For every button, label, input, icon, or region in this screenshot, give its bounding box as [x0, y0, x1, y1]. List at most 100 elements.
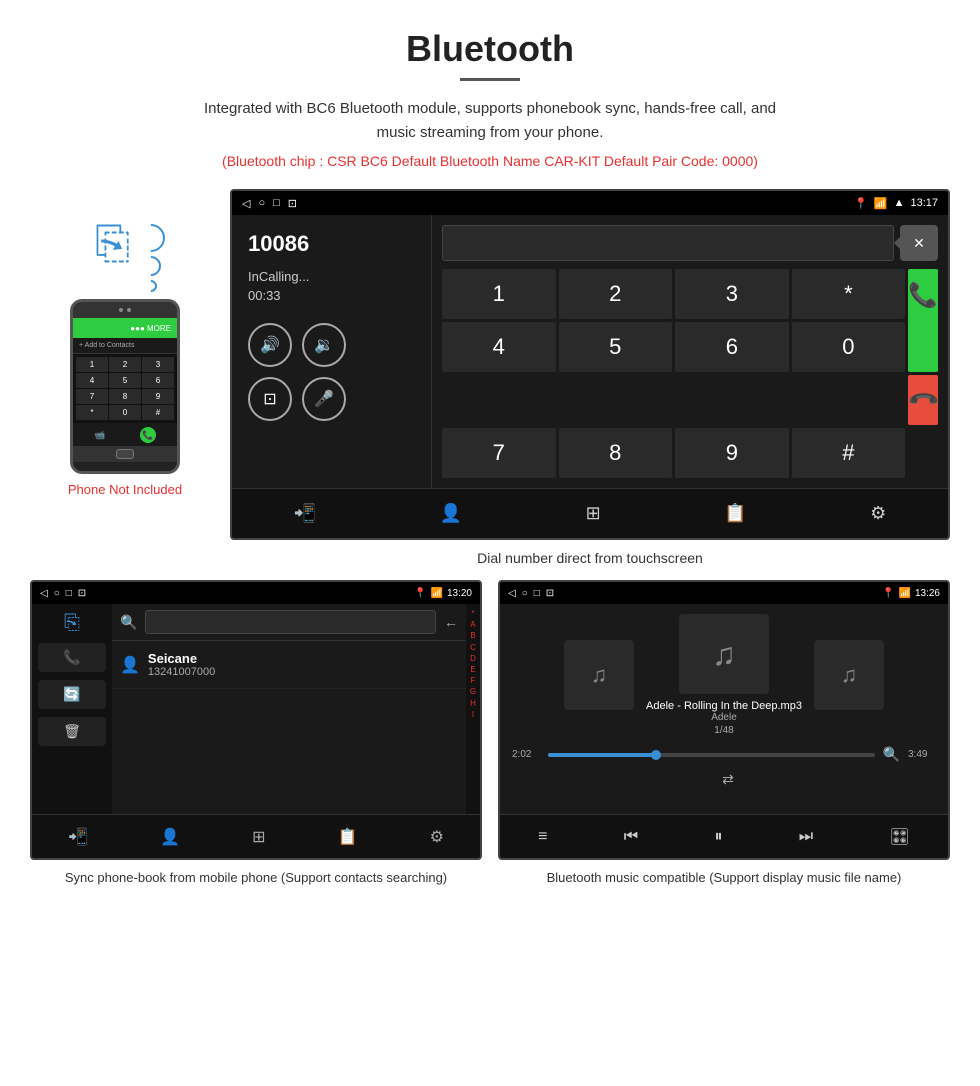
bottom-settings-icon[interactable]: ⚙ — [870, 503, 886, 524]
music-progress-fill — [548, 753, 656, 757]
pb-letter-e[interactable]: E — [470, 664, 475, 675]
pb-contact-info: Seicane 13241007000 — [148, 651, 215, 678]
car-dialpad-hash[interactable]: # — [792, 428, 906, 478]
phone-screen-status: ●●● MORE — [130, 324, 171, 333]
music-note-left-icon: ♫ — [591, 662, 608, 688]
car-dialpad-6[interactable]: 6 — [675, 322, 789, 372]
pb-letter-f[interactable]: F — [471, 675, 476, 686]
car-dialpad-1[interactable]: 1 — [442, 269, 556, 319]
screen-button[interactable]: ⊡ — [248, 377, 292, 421]
wifi-arc-large — [131, 218, 171, 258]
pb-contact-name: Seicane — [148, 651, 215, 666]
car-status-left: ◁ ○ □ ⊡ — [242, 197, 297, 210]
pb-search-row: 🔍 ← — [112, 604, 466, 641]
music-search-icon[interactable]: 🔍 — [883, 746, 900, 763]
pb-letter-i[interactable]: I — [472, 709, 474, 720]
pb-letter-b[interactable]: B — [470, 630, 475, 641]
pb-contact-person-icon: 👤 — [120, 655, 140, 675]
music-play-pause-icon[interactable]: ⏸ — [714, 828, 722, 846]
phone-key-hash: # — [142, 405, 174, 420]
music-album-art: ♫ — [679, 614, 769, 694]
nav-home-icon: ○ — [258, 197, 265, 210]
music-caption: Bluetooth music compatible (Support disp… — [547, 860, 902, 892]
main-content: ⎘ ●●● MORE + Add to Contacts 1 2 3 — [0, 179, 980, 580]
pb-search-input[interactable] — [145, 610, 436, 634]
music-art-row: ♫ ♫ Adele - Rolling In the Deep.mp3 Adel… — [564, 614, 884, 736]
sync-sidebar-button[interactable]: 🔄 — [38, 680, 106, 709]
phone-device: ●●● MORE + Add to Contacts 1 2 3 4 5 6 7… — [70, 299, 180, 474]
title-divider — [460, 78, 520, 81]
pb-bottom-settings-icon[interactable]: ⚙ — [430, 827, 444, 847]
call-clear-button[interactable]: ✕ — [900, 225, 938, 261]
bottom-grid-icon[interactable]: ⊞ — [586, 503, 601, 524]
phonebook-bottom-bar: 📲 👤 ⊞ 📋 ⚙ — [32, 814, 480, 858]
car-dialpad-9[interactable]: 9 — [675, 428, 789, 478]
phone-home-button[interactable] — [116, 449, 134, 459]
phonebook-body: ⎘ 📞 🔄 🗑 🔍 ← 👤 Seicane 13 — [32, 604, 480, 814]
pb-letter-d[interactable]: D — [470, 653, 476, 664]
phone-key-1: 1 — [76, 357, 108, 372]
pb-bottom-transfer-icon[interactable]: 📋 — [338, 827, 358, 847]
pb-signal-icon: 📶 — [431, 588, 443, 599]
car-call-accept-button[interactable]: 📞 — [908, 269, 938, 372]
music-shuffle-icon[interactable]: ⇄ — [722, 771, 734, 788]
car-dialpad-0[interactable]: 0 — [792, 322, 906, 372]
pb-letter-a[interactable]: A — [470, 619, 475, 630]
bluetooth-symbol-icon: ⎘ — [95, 219, 130, 269]
phone-dot-1 — [119, 308, 123, 312]
phone-key-0: 0 — [109, 405, 141, 420]
page-title: Bluetooth — [20, 28, 960, 70]
phone-mockup-area: ⎘ ●●● MORE + Add to Contacts 1 2 3 — [30, 189, 220, 497]
bottom-contacts-icon[interactable]: 👤 — [440, 503, 462, 524]
phonebook-main: 🔍 ← 👤 Seicane 13241007000 — [112, 604, 466, 814]
phone-footer — [73, 446, 177, 462]
phone-dialpad: 1 2 3 4 5 6 7 8 9 * 0 # — [73, 354, 177, 423]
pb-letter-g[interactable]: G — [470, 686, 476, 697]
car-dialpad-3[interactable]: 3 — [675, 269, 789, 319]
wifi-icon: ▲ — [894, 197, 905, 209]
music-next-icon[interactable]: ⏭ — [799, 828, 813, 846]
microphone-button[interactable]: 🎤 — [302, 377, 346, 421]
pb-contact-row[interactable]: 👤 Seicane 13241007000 — [112, 641, 466, 689]
music-eq-icon[interactable]: 🎛 — [890, 827, 910, 847]
pb-letter-star[interactable]: * — [471, 608, 474, 619]
music-note-right-icon: ♫ — [841, 662, 858, 688]
pb-letter-h[interactable]: H — [470, 698, 476, 709]
music-progress-dot — [651, 750, 661, 760]
bottom-phone-icon[interactable]: 📲 — [294, 503, 316, 524]
music-progress-bar[interactable] — [548, 753, 875, 757]
pb-letter-c[interactable]: C — [470, 642, 476, 653]
pb-search-icon: 🔍 — [120, 614, 137, 631]
car-dialpad-star[interactable]: * — [792, 269, 906, 319]
car-dialpad-8[interactable]: 8 — [559, 428, 673, 478]
car-dialpad-5[interactable]: 5 — [559, 322, 673, 372]
nav-apps-icon: □ — [273, 197, 280, 210]
signal-icon: 📶 — [874, 197, 888, 210]
volume-up-button[interactable]: 🔊 — [248, 323, 292, 367]
car-status-bar: ◁ ○ □ ⊡ 📍 📶 ▲ 13:17 — [232, 191, 948, 215]
phonebook-status-right: 📍 📶 13:20 — [414, 588, 472, 599]
delete-sidebar-button[interactable]: 🗑 — [38, 717, 106, 746]
car-dialpad-2[interactable]: 2 — [559, 269, 673, 319]
car-call-end-button[interactable]: 📞 — [908, 375, 938, 425]
pb-bottom-grid-icon[interactable]: ⊞ — [252, 827, 265, 847]
call-input-field[interactable] — [442, 225, 894, 261]
pb-home-icon: ○ — [54, 588, 60, 599]
call-number-display: 10086 — [248, 231, 415, 257]
phone-call-sidebar-button[interactable]: 📞 — [38, 643, 106, 672]
volume-down-button[interactable]: 🔉 — [302, 323, 346, 367]
car-dialpad-4[interactable]: 4 — [442, 322, 556, 372]
bottom-transfer-icon[interactable]: 📋 — [724, 503, 746, 524]
music-prev-icon[interactable]: ⏮ — [624, 828, 638, 846]
music-list-icon[interactable]: ≡ — [538, 828, 547, 846]
pb-bottom-phone-icon[interactable]: 📲 — [68, 827, 88, 847]
phone-call-btn[interactable]: 📞 — [140, 427, 156, 443]
pb-bottom-contacts-icon[interactable]: 👤 — [160, 827, 180, 847]
nav-menu-icon: ⊡ — [288, 197, 297, 210]
phonebook-screen: ◁ ○ □ ⊡ 📍 📶 13:20 ⎘ 📞 🔄 🗑 — [30, 580, 482, 860]
phone-not-included-label: Phone Not Included — [68, 482, 182, 497]
bluetooth-specs: (Bluetooth chip : CSR BC6 Default Blueto… — [20, 153, 960, 169]
car-dialpad-7[interactable]: 7 — [442, 428, 556, 478]
phonebook-caption: Sync phone-book from mobile phone (Suppo… — [65, 860, 447, 892]
music-screen-wrap: ◁ ○ □ ⊡ 📍 📶 13:26 ♫ — [498, 580, 950, 892]
